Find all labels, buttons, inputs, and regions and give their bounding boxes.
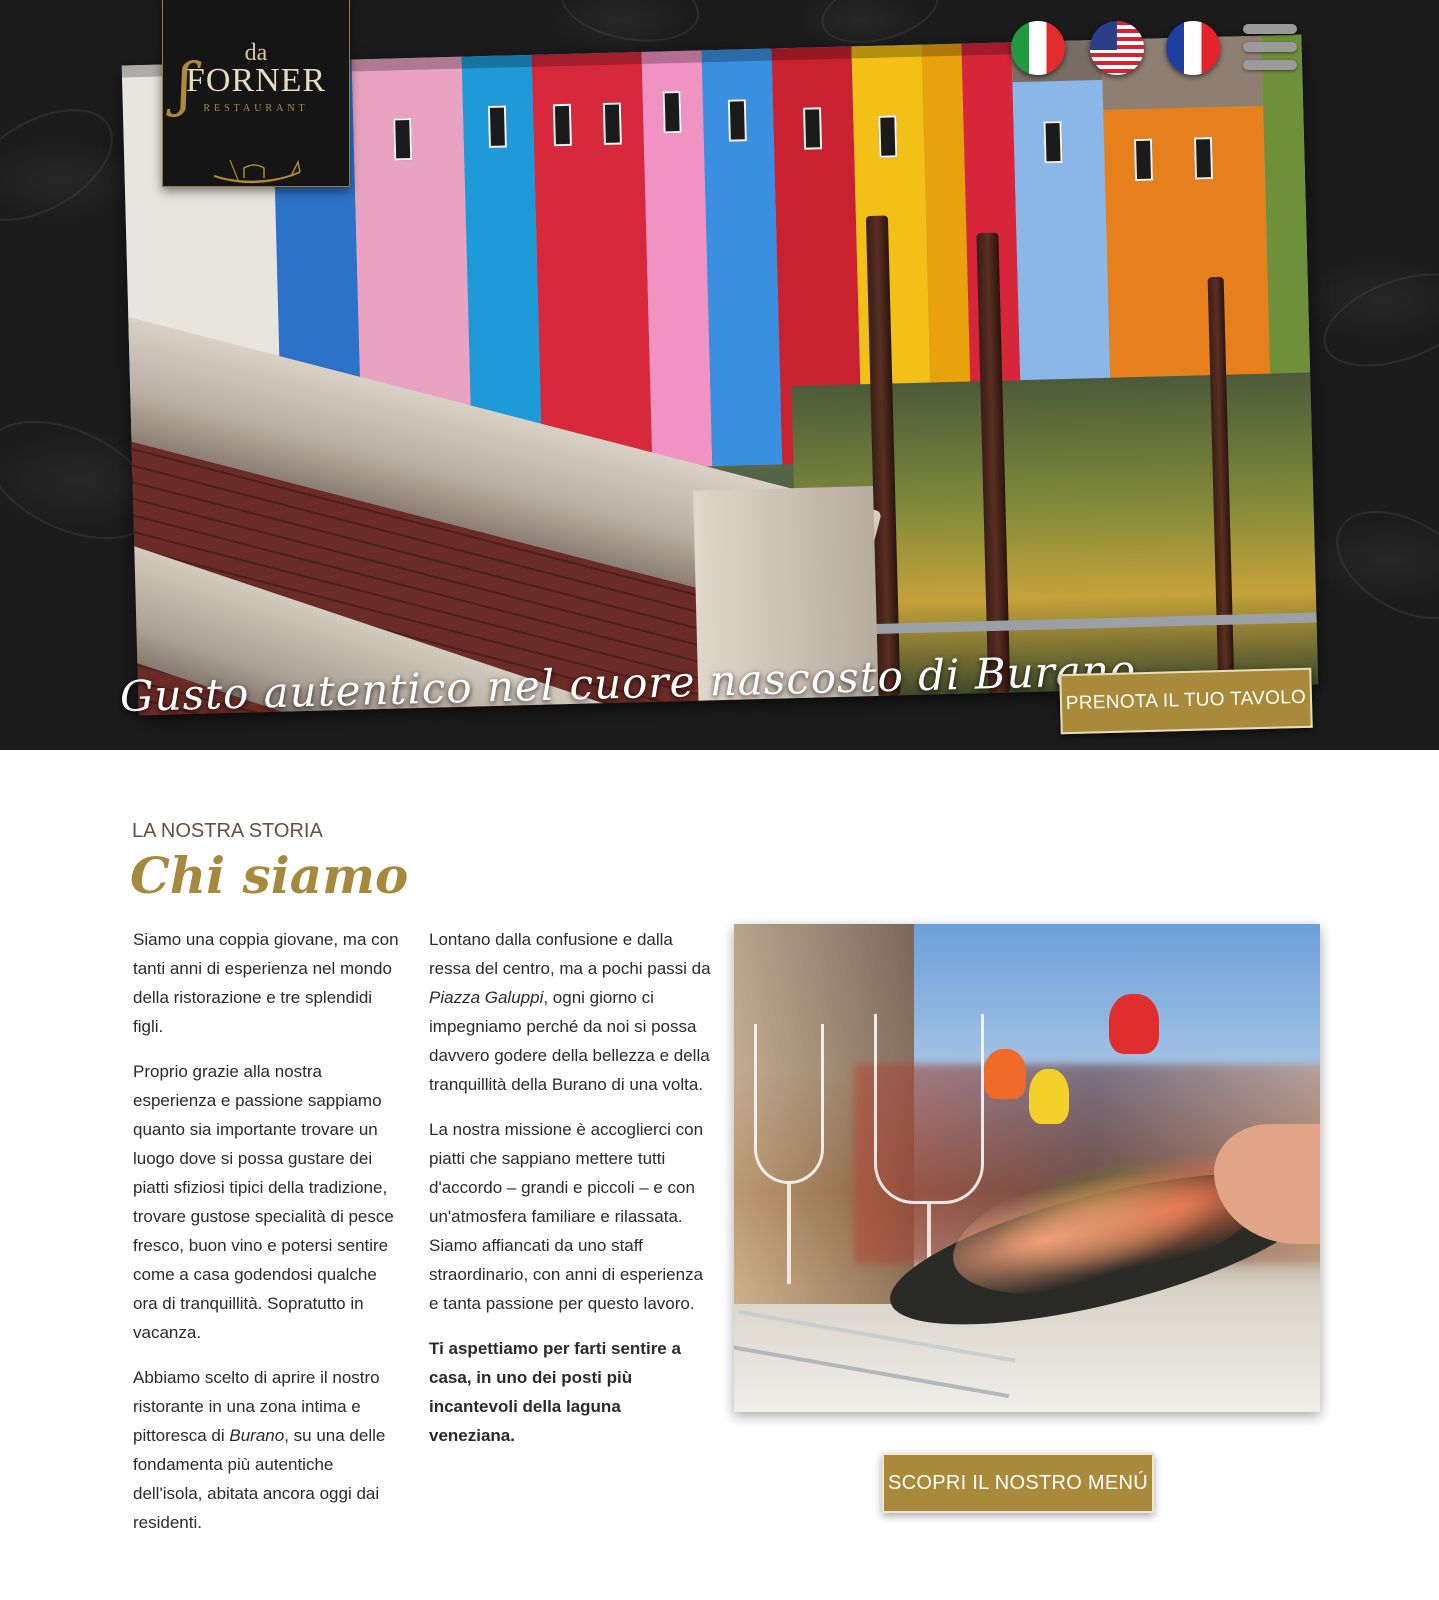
fish-sketch-decoration — [0, 86, 132, 244]
logo[interactable]: ʃ da FORNER RESTAURANT — [162, 0, 350, 187]
house — [701, 48, 783, 467]
red-tulip — [1109, 994, 1159, 1054]
about-paragraph: La nostra missione è accoglierci con pia… — [429, 1120, 704, 1313]
book-table-button[interactable]: PRENOTA IL TUO TAVOLO — [1059, 667, 1313, 735]
yellow-tulip — [1029, 1069, 1069, 1124]
wine-glass-stem — [787, 1184, 791, 1284]
logo-name: FORNER — [185, 62, 327, 99]
fish-sketch-decoration — [1311, 255, 1439, 385]
about-paragraph: Lontano dalla confusione e dalla ressa d… — [429, 930, 711, 1094]
about-paragraph: Abbiamo scelto di aprire il nostro risto… — [133, 1368, 386, 1532]
discover-menu-button[interactable]: SCOPRI IL NOSTRO MENÚ — [882, 1453, 1154, 1513]
wine-glass — [874, 1014, 984, 1204]
fish-sketch-decoration — [1317, 488, 1439, 642]
about-closing-paragraph: Ti aspettiamo per farti sentire a casa, … — [429, 1339, 681, 1445]
gondola-icon — [213, 159, 301, 184]
about-paragraph: Siamo una coppia giovane, ma con tanti a… — [133, 930, 399, 1036]
hero-section: ʃ da FORNER RESTAURANT Gusto autentico n… — [0, 0, 1439, 750]
house — [641, 50, 713, 468]
hamburger-menu-icon[interactable] — [1243, 22, 1297, 72]
about-text-middle-column: Lontano dalla confusione e dalla ressa d… — [429, 925, 711, 1466]
logo-tagline: RESTAURANT — [203, 103, 309, 114]
fish-sketch-decoration — [554, 0, 706, 52]
section-eyebrow: LA NOSTRA STORIA — [132, 820, 323, 842]
house — [531, 51, 653, 471]
flag-usa-icon[interactable] — [1090, 21, 1144, 75]
about-text-left-column: Siamo una coppia giovane, ma con tanti a… — [133, 925, 403, 1553]
orange-tulip — [984, 1049, 1026, 1099]
flag-italy-icon[interactable] — [1011, 21, 1065, 75]
section-title: Chi siamo — [130, 846, 409, 905]
flag-france-icon[interactable] — [1166, 21, 1220, 75]
seafood-dish-photo — [734, 924, 1320, 1412]
about-paragraph: Proprio grazie alla nostra esperienza e … — [133, 1062, 394, 1342]
wine-glass — [754, 1024, 824, 1184]
